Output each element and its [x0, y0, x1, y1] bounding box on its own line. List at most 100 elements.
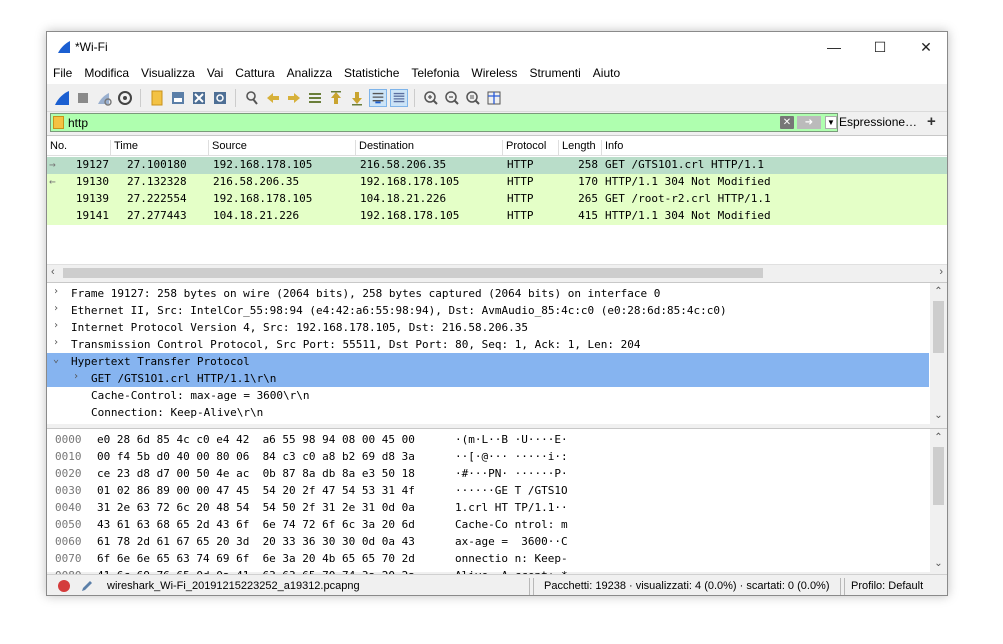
hex-dump-line[interactable]: 0050 43 61 63 68 65 2d 43 6f 6e 74 72 6f … — [47, 516, 927, 533]
display-filter-field[interactable]: ✕ ➜ ▼ — [50, 113, 838, 132]
bookmark-icon[interactable] — [53, 116, 64, 129]
resize-columns-icon[interactable] — [485, 89, 503, 107]
find-packet-icon[interactable] — [243, 89, 261, 107]
details-scroll-thumb[interactable] — [933, 301, 944, 353]
details-vscrollbar[interactable]: ⌃ ⌄ — [930, 283, 947, 424]
profile-status[interactable]: Profilo: Default — [851, 580, 923, 592]
scroll-right-icon[interactable]: › — [939, 266, 943, 278]
display-filter-bar: ✕ ➜ ▼ Espressione… + — [47, 112, 947, 133]
packet-cell-info: HTTP/1.1 304 Not Modified — [605, 209, 771, 222]
restart-capture-icon[interactable] — [95, 89, 113, 107]
menu-telefonia[interactable]: Telefonia — [405, 62, 465, 84]
scroll-down-icon[interactable]: ⌄ — [930, 558, 947, 569]
detail-tree-item[interactable]: Cache-Control: max-age = 3600\r\n — [47, 387, 929, 404]
hex-dump-line[interactable]: 0060 61 78 2d 61 67 65 20 3d 20 33 36 30 … — [47, 533, 927, 550]
packet-row[interactable]: 19139 27.222554 192.168.178.105 104.18.21.2… — [47, 191, 947, 208]
go-back-icon[interactable] — [264, 89, 282, 107]
collapsed-arrow-icon[interactable]: › — [53, 303, 59, 314]
menu-cattura[interactable]: Cattura — [229, 62, 280, 84]
collapsed-arrow-icon[interactable]: › — [73, 371, 79, 382]
menu-file[interactable]: File — [47, 62, 78, 84]
packet-row[interactable]: 19141 27.277443 104.18.21.226 192.168.178.1… — [47, 208, 947, 225]
minimize-button[interactable]: — — [811, 32, 857, 62]
packet-row[interactable]: ← 19130 27.132328 216.58.206.35 192.168.178.… — [47, 174, 947, 191]
detail-tree-item[interactable]: Connection: Keep-Alive\r\n — [47, 404, 929, 421]
detail-tree-item[interactable]: › Internet Protocol Version 4, Src: 192.1… — [47, 319, 929, 336]
capture-options-icon[interactable] — [116, 89, 134, 107]
menu-strumenti[interactable]: Strumenti — [523, 62, 586, 84]
menu-aiuto[interactable]: Aiuto — [587, 62, 626, 84]
menu-vai[interactable]: Vai — [201, 62, 229, 84]
column-time[interactable]: Time — [111, 140, 209, 156]
hex-dump-line[interactable]: 0030 01 02 86 89 00 00 47 45 54 20 2f 47 … — [47, 482, 927, 499]
zoom-out-icon[interactable] — [443, 89, 461, 107]
clear-filter-icon[interactable]: ✕ — [780, 116, 794, 129]
normal-size-icon[interactable] — [464, 89, 482, 107]
go-to-packet-icon[interactable] — [306, 89, 324, 107]
column-length[interactable]: Length — [559, 140, 602, 156]
detail-tree-item[interactable]: › Ethernet II, Src: IntelCor_55:98:94 (e4… — [47, 302, 929, 319]
column-destination[interactable]: Destination — [356, 140, 503, 156]
add-filter-button[interactable]: + — [927, 113, 936, 130]
scroll-left-icon[interactable]: ‹ — [51, 266, 55, 278]
maximize-button[interactable]: ☐ — [857, 32, 903, 62]
display-filter-input[interactable] — [68, 115, 768, 130]
hex-dump-line[interactable]: 0020 ce 23 d8 d7 00 50 4e ac 0b 87 8a db … — [47, 465, 927, 482]
close-file-icon[interactable] — [190, 89, 208, 107]
start-capture-icon[interactable] — [53, 89, 71, 107]
open-file-icon[interactable] — [148, 89, 166, 107]
detail-tree-item[interactable]: › GET /GTS1O1.crl HTTP/1.1\r\n — [47, 370, 929, 387]
go-forward-icon[interactable] — [285, 89, 303, 107]
column-protocol[interactable]: Protocol — [503, 140, 559, 156]
column-source[interactable]: Source — [209, 140, 356, 156]
hex-dump-line[interactable]: 0070 6f 6e 6e 65 63 74 69 6f 6e 3a 20 4b … — [47, 550, 927, 567]
detail-tree-item[interactable]: › Transmission Control Protocol, Src Port… — [47, 336, 929, 353]
hex-dump-offset: 0010 — [55, 450, 82, 463]
detail-tree-item[interactable]: › Frame 19127: 258 bytes on wire (2064 bi… — [47, 285, 929, 302]
collapsed-arrow-icon[interactable]: › — [53, 337, 59, 348]
expression-button[interactable]: Espressione… — [839, 115, 917, 129]
last-packet-icon[interactable] — [348, 89, 366, 107]
bytes-vscrollbar[interactable]: ⌃ ⌄ — [930, 429, 947, 572]
column-info[interactable]: Info — [602, 140, 947, 156]
packet-list-hscrollbar[interactable]: ‹ › — [47, 264, 947, 280]
menu-wireless[interactable]: Wireless — [465, 62, 523, 84]
expanded-arrow-icon[interactable]: ⌄ — [53, 354, 59, 365]
hex-dump-ascii: Cache-Co ntrol: m — [455, 518, 568, 531]
colorize-icon[interactable] — [390, 89, 408, 107]
autoscroll-icon[interactable] — [369, 89, 387, 107]
hex-dump-offset: 0070 — [55, 552, 82, 565]
packet-cell-protocol: HTTP — [507, 209, 534, 222]
packet-row[interactable]: → 19127 27.100180 192.168.178.105 216.58.206… — [47, 157, 947, 174]
hscroll-thumb[interactable] — [63, 268, 763, 278]
collapsed-arrow-icon[interactable]: › — [53, 320, 59, 331]
scroll-down-icon[interactable]: ⌄ — [930, 410, 947, 421]
first-packet-icon[interactable] — [327, 89, 345, 107]
menu-visualizza[interactable]: Visualizza — [135, 62, 201, 84]
zoom-in-icon[interactable] — [422, 89, 440, 107]
title-bar: *Wi-Fi — ☐ ✕ — [47, 32, 947, 62]
edit-comment-icon[interactable] — [80, 579, 94, 593]
menu-modifica[interactable]: Modifica — [78, 62, 135, 84]
filter-history-dropdown-icon[interactable]: ▼ — [825, 116, 837, 129]
bytes-scroll-thumb[interactable] — [933, 447, 944, 505]
save-file-icon[interactable] — [169, 89, 187, 107]
scroll-up-icon[interactable]: ⌃ — [930, 432, 947, 443]
close-button[interactable]: ✕ — [903, 32, 947, 62]
scroll-up-icon[interactable]: ⌃ — [930, 286, 947, 297]
hex-dump-line[interactable]: 0040 31 2e 63 72 6c 20 48 54 54 50 2f 31 … — [47, 499, 927, 516]
hex-dump-line[interactable]: 0010 00 f4 5b d0 40 00 80 06 84 c3 c0 a8 … — [47, 448, 927, 465]
packet-cell-no: 19141 — [75, 209, 109, 222]
hex-dump-line[interactable]: 0000 e0 28 6d 85 4c c0 e4 42 a6 55 98 94 … — [47, 431, 927, 448]
expert-info-icon[interactable] — [57, 579, 71, 593]
stop-capture-icon[interactable] — [74, 89, 92, 107]
menu-statistiche[interactable]: Statistiche — [338, 62, 405, 84]
packet-cell-time: 27.222554 — [127, 192, 187, 205]
menu-analizza[interactable]: Analizza — [281, 62, 338, 84]
window-title: *Wi-Fi — [75, 40, 108, 54]
apply-filter-icon[interactable]: ➜ — [797, 116, 821, 129]
detail-tree-item[interactable]: ⌄ Hypertext Transfer Protocol — [47, 353, 929, 370]
reload-file-icon[interactable] — [211, 89, 229, 107]
collapsed-arrow-icon[interactable]: › — [53, 286, 59, 297]
column-no[interactable]: No. — [47, 140, 111, 156]
